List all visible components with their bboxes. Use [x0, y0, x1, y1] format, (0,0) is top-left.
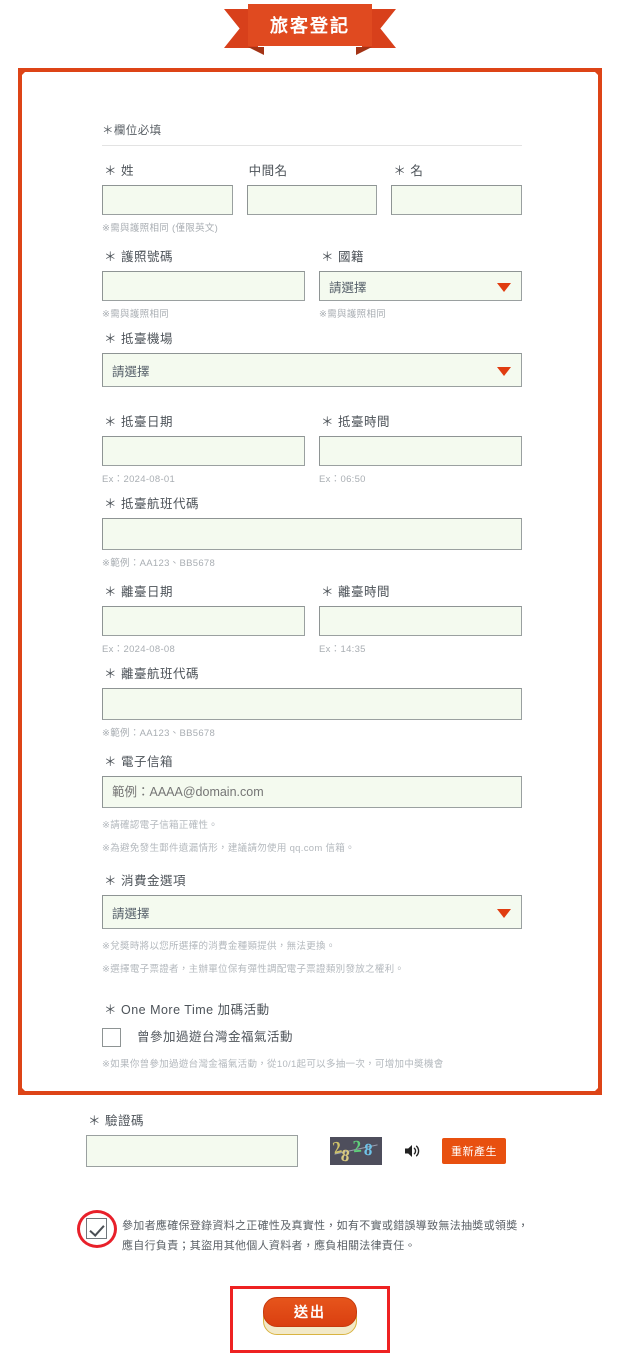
departure-date-group: ＊ 離臺日期 Ex：2024-08-08: [102, 581, 305, 655]
departure-flight-input[interactable]: [102, 688, 522, 720]
name-row: ＊ 姓 中間名 ＊ 名: [102, 160, 523, 215]
email-input[interactable]: [102, 776, 522, 808]
departure-datetime-row: ＊ 離臺日期 Ex：2024-08-08 ＊ 離臺時間 Ex：14:35: [102, 581, 522, 655]
captcha-label: ＊ 驗證碼: [88, 1114, 144, 1128]
arrival-airport-label: ＊ 抵臺機場: [104, 332, 173, 346]
arrival-time-input[interactable]: [319, 436, 522, 466]
middle-name-label: 中間名: [248, 164, 288, 178]
ribbon-shape: 旅客登記: [224, 4, 396, 55]
arrival-airport-select-wrap: [102, 353, 522, 387]
consent-section: 參加者應確保登錄資料之正確性及真實性，如有不實或錯誤導致無法抽奬或領奬，應自行負…: [18, 1210, 602, 1257]
page-banner: 旅客登記: [0, 4, 620, 55]
email-note-1: ※請確認電子信箱正確性。: [102, 820, 219, 831]
submit-highlight-box: 送出: [230, 1286, 390, 1353]
departure-flight-group: ＊ 離臺航班代碼 ※範例：AA123、BB5678: [102, 663, 522, 739]
email-group: ＊ 電子信箱 ※請確認電子信箱正確性。 ※為避免發生郵件遺漏情形，建議請勿使用 …: [102, 751, 522, 854]
one-more-time-checkbox-row[interactable]: 曾參加過遊台灣金福氣活動: [102, 1028, 522, 1047]
one-more-time-checkbox-label: 曾參加過遊台灣金福氣活動: [137, 1030, 294, 1044]
email-note-2: ※為避免發生郵件遺漏情形，建議請勿使用 qq.com 信箱。: [102, 843, 355, 854]
arrival-flight-group: ＊ 抵臺航班代碼 ※範例：AA123、BB5678: [102, 493, 522, 569]
passport-group: ＊ 護照號碼 ※需與護照相同: [102, 246, 305, 320]
nationality-select-wrap: [319, 271, 522, 301]
spending-note-1: ※兌奬時將以您所選擇的消費金種類提供，無法更換。: [102, 941, 336, 952]
email-label: ＊ 電子信箱: [104, 755, 173, 769]
spending-select-wrap: [102, 895, 522, 929]
speaker-icon[interactable]: [404, 1143, 422, 1159]
departure-date-input[interactable]: [102, 606, 305, 636]
submit-section: 送出: [0, 1286, 620, 1353]
given-name-input[interactable]: [391, 185, 523, 215]
registration-form: ＊欄位必填 ＊ 姓 中間名 ＊ 名 ※需與護照相同 (僅限英文) ＊ 護照號碼: [102, 122, 523, 1074]
middle-name-group: 中間名: [246, 160, 378, 215]
passport-nationality-row: ＊ 護照號碼 ※需與護照相同 ＊ 國籍 ※需與護照相同: [102, 246, 522, 320]
surname-input[interactable]: [102, 185, 233, 215]
departure-date-label: ＊ 離臺日期: [104, 585, 173, 599]
arrival-time-group: ＊ 抵臺時間 Ex：06:50: [319, 411, 522, 485]
captcha-char-3: 2: [351, 1137, 363, 1157]
passport-label: ＊ 護照號碼: [104, 250, 173, 264]
departure-time-input[interactable]: [319, 606, 522, 636]
arrival-datetime-row: ＊ 抵臺日期 Ex：2024-08-01 ＊ 抵臺時間 Ex：06:50: [102, 411, 522, 485]
captcha-input[interactable]: [86, 1135, 298, 1167]
arrival-airport-select[interactable]: [102, 353, 522, 387]
captcha-char-2: 8: [339, 1145, 351, 1165]
departure-time-label: ＊ 離臺時間: [321, 585, 390, 599]
surname-group: ＊ 姓: [102, 160, 233, 215]
departure-flight-label: ＊ 離臺航班代碼: [104, 667, 199, 681]
frame-corner-top-left: [18, 68, 29, 79]
passport-input[interactable]: [102, 271, 305, 301]
divider: [102, 145, 522, 146]
arrival-time-hint: Ex：06:50: [319, 474, 366, 485]
one-more-time-label: ＊ One More Time 加碼活動: [104, 1003, 270, 1017]
captcha-section: ＊ 驗證碼 2 8 2 8 重新產生: [18, 1110, 602, 1167]
consent-checkbox-holder[interactable]: [77, 1210, 117, 1248]
arrival-airport-group: ＊ 抵臺機場: [102, 328, 522, 387]
submit-button-label: 送出: [263, 1297, 357, 1327]
arrival-date-label: ＊ 抵臺日期: [104, 415, 173, 429]
nationality-label: ＊ 國籍: [321, 250, 364, 264]
consent-checkbox[interactable]: [86, 1218, 107, 1239]
captcha-image: 2 8 2 8: [330, 1137, 382, 1165]
middle-name-input[interactable]: [246, 185, 378, 215]
departure-time-hint: Ex：14:35: [319, 644, 366, 655]
nationality-hint: ※需與護照相同: [319, 309, 387, 320]
given-name-label: ＊ 名: [393, 164, 424, 178]
name-hint: ※需與護照相同 (僅限英文): [102, 223, 219, 234]
submit-button[interactable]: 送出: [263, 1297, 357, 1335]
page-title: 旅客登記: [270, 16, 350, 36]
given-name-group: ＊ 名: [391, 160, 523, 215]
departure-time-group: ＊ 離臺時間 Ex：14:35: [319, 581, 522, 655]
arrival-time-label: ＊ 抵臺時間: [321, 415, 390, 429]
required-fields-note: ＊欄位必填: [102, 125, 162, 137]
consent-text: 參加者應確保登錄資料之正確性及真實性，如有不實或錯誤導致無法抽奬或領奬，應自行負…: [122, 1220, 529, 1253]
arrival-date-group: ＊ 抵臺日期 Ex：2024-08-01: [102, 411, 305, 485]
passport-hint: ※需與護照相同: [102, 309, 170, 320]
arrival-flight-label: ＊ 抵臺航班代碼: [104, 497, 199, 511]
spending-option-select[interactable]: [102, 895, 522, 929]
spending-option-label: ＊ 消費金選項: [104, 874, 186, 888]
arrival-date-input[interactable]: [102, 436, 305, 466]
spending-note-2: ※選擇電子票證者，主辦單位保有彈性調配電子票證類別發放之權利。: [102, 964, 405, 975]
arrival-flight-hint: ※範例：AA123、BB5678: [102, 558, 216, 569]
ribbon-fold-right: [356, 47, 372, 55]
captcha-char-4: 8: [363, 1139, 374, 1160]
ribbon-fold-left: [248, 47, 264, 55]
regenerate-captcha-button[interactable]: 重新產生: [442, 1138, 506, 1164]
one-more-time-checkbox[interactable]: [102, 1028, 121, 1047]
one-more-time-group: ＊ One More Time 加碼活動 曾參加過遊台灣金福氣活動 ※如果你曾參…: [102, 999, 522, 1070]
nationality-select[interactable]: [319, 271, 522, 301]
arrival-date-hint: Ex：2024-08-01: [102, 474, 176, 485]
one-more-time-note: ※如果你曾參加過遊台灣金福氣活動，從10/1起可以多抽一次，可增加中奬機會: [102, 1059, 444, 1070]
frame-corner-top-right: [591, 68, 602, 79]
frame-corner-bottom-left: [18, 1084, 29, 1095]
spending-option-group: ＊ 消費金選項 ※兌奬時將以您所選擇的消費金種類提供，無法更換。 ※選擇電子票證…: [102, 870, 522, 975]
surname-label: ＊ 姓: [104, 164, 134, 178]
form-frame: ＊欄位必填 ＊ 姓 中間名 ＊ 名 ※需與護照相同 (僅限英文) ＊ 護照號碼: [18, 68, 602, 1095]
arrival-flight-input[interactable]: [102, 518, 522, 550]
nationality-group: ＊ 國籍 ※需與護照相同: [319, 246, 522, 320]
frame-corner-bottom-right: [591, 1084, 602, 1095]
departure-flight-hint: ※範例：AA123、BB5678: [102, 728, 216, 739]
departure-date-hint: Ex：2024-08-08: [102, 644, 176, 655]
